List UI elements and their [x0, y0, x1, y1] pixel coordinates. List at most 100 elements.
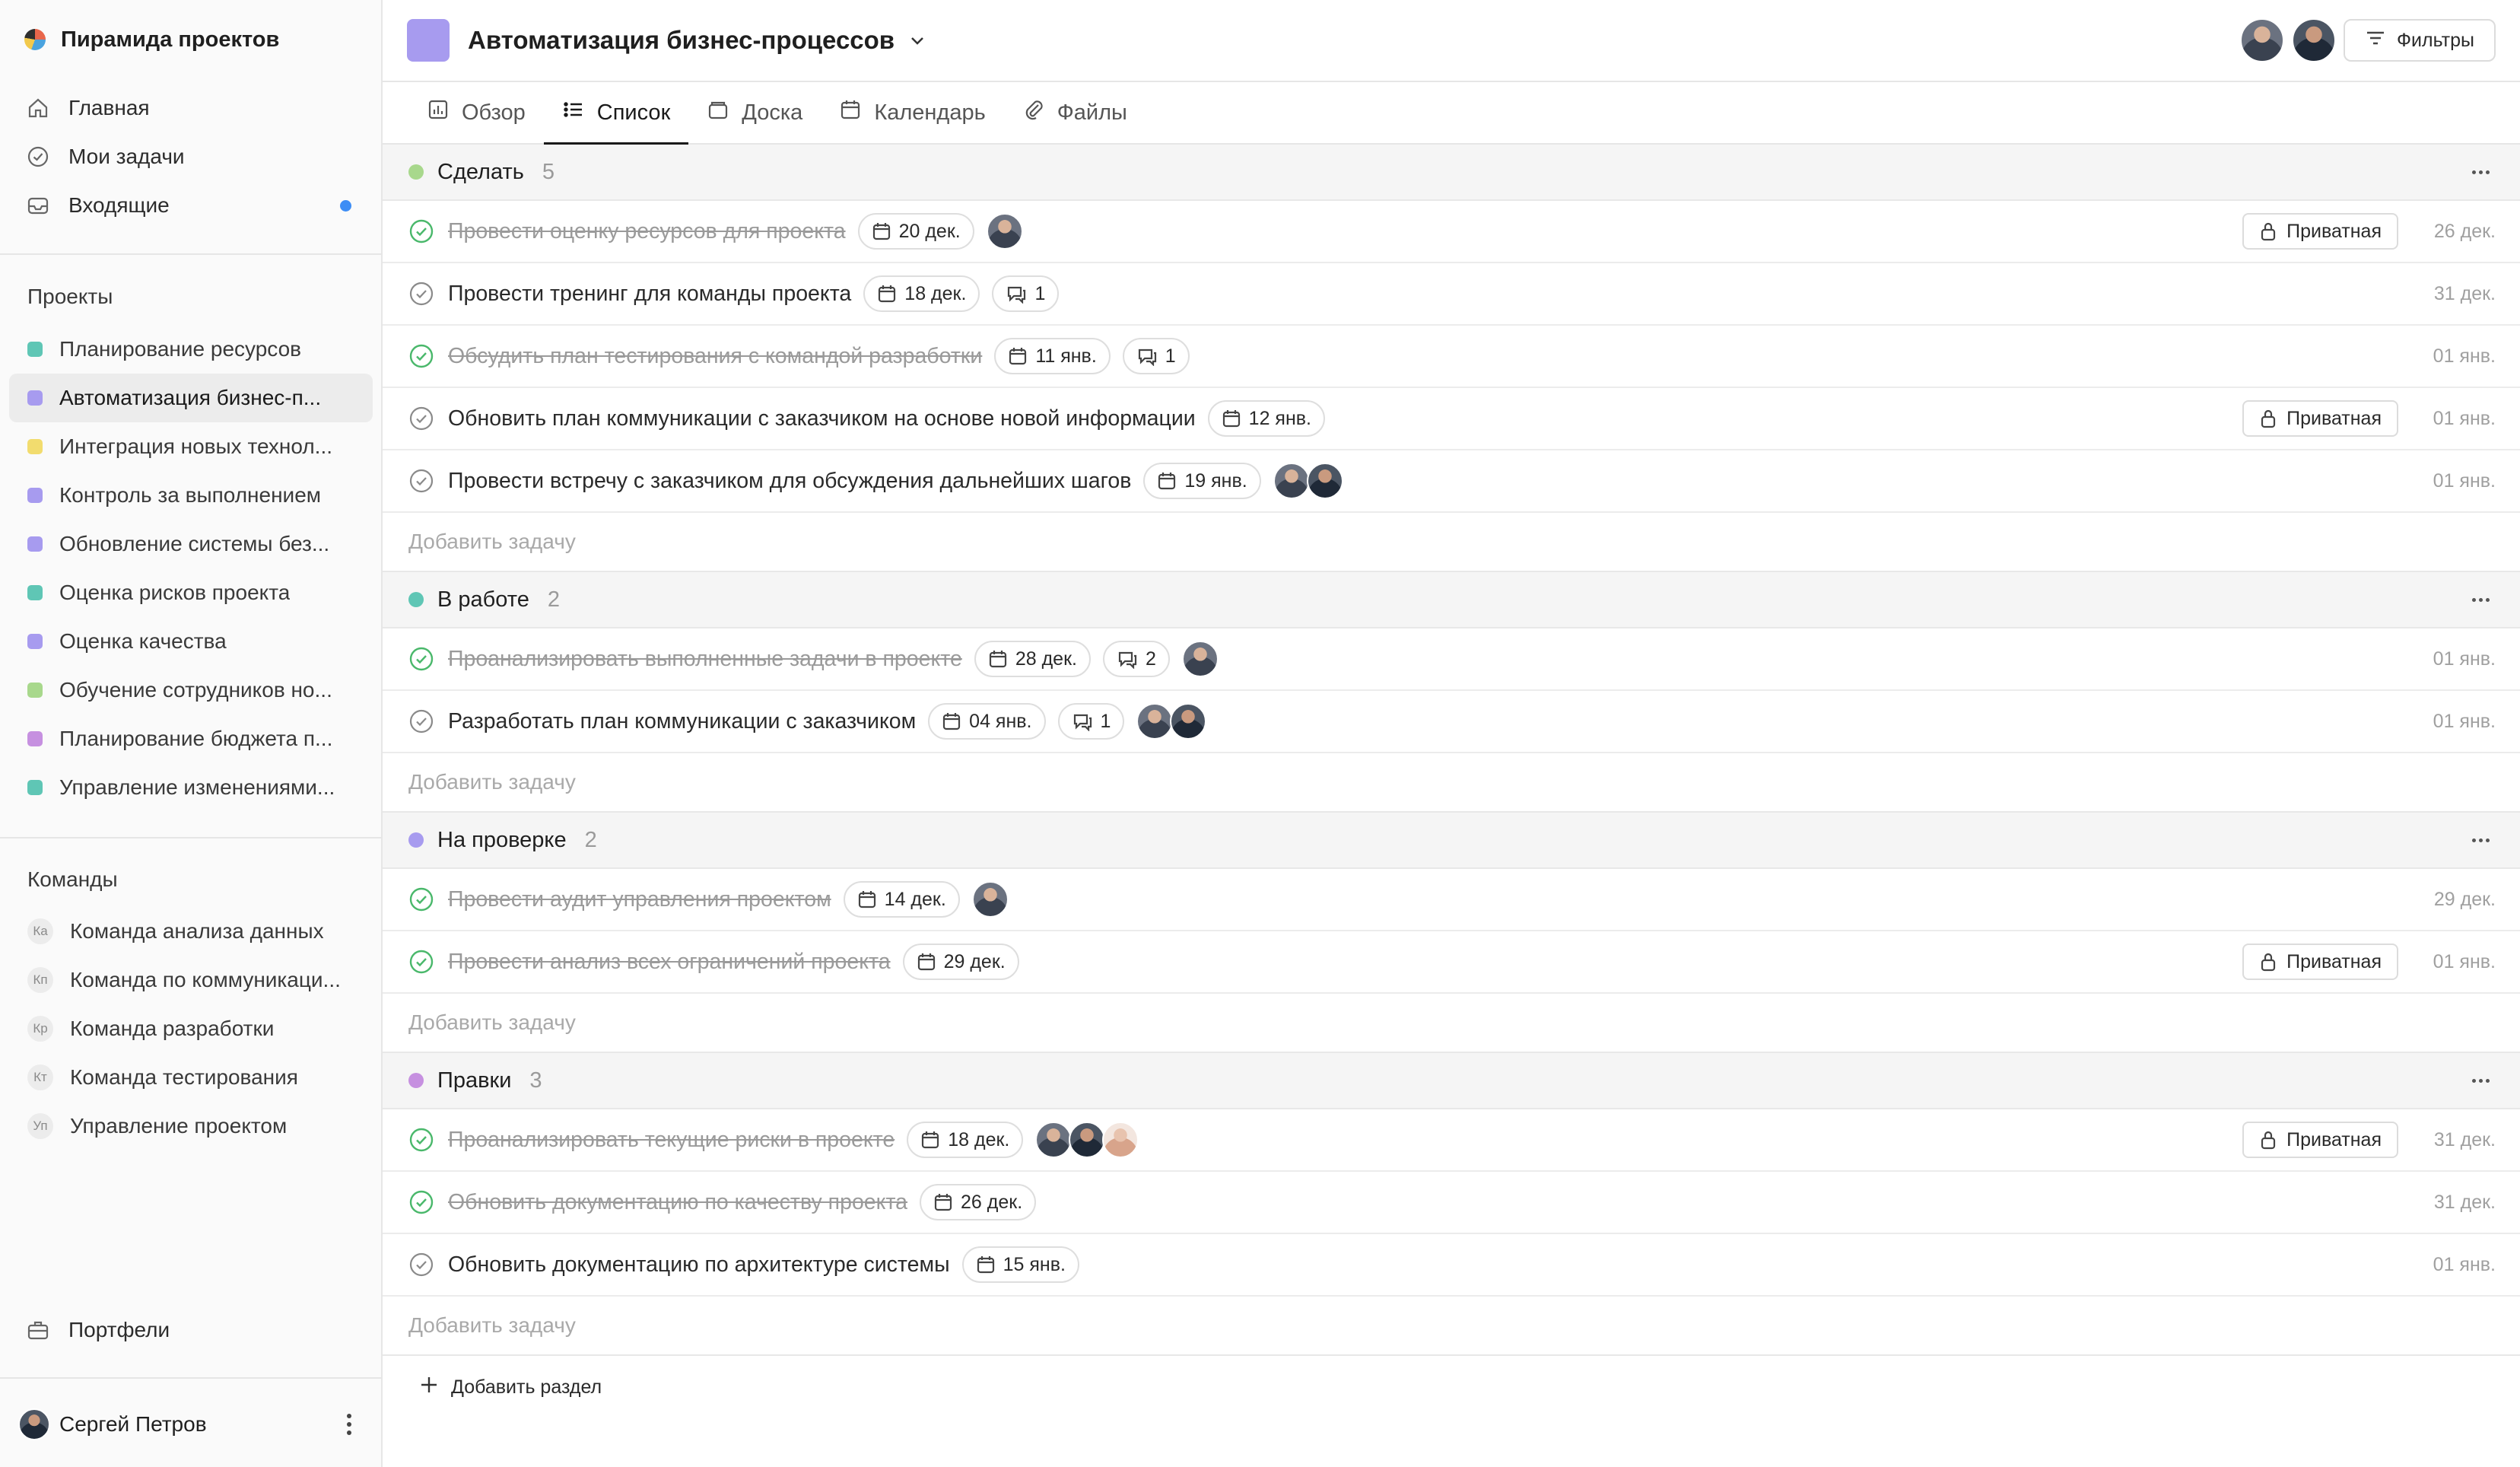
- task-row[interactable]: Проанализировать выполненные задачи в пр…: [383, 628, 2520, 691]
- task-row[interactable]: Провести встречу с заказчиком для обсужд…: [383, 450, 2520, 513]
- assignee-avatars[interactable]: [1181, 641, 1219, 677]
- completed-check-icon[interactable]: [408, 218, 434, 244]
- user-menu[interactable]: Сергей Петров: [18, 1400, 361, 1449]
- task-title[interactable]: Обновить документацию по архитектуре сис…: [448, 1252, 950, 1278]
- project-item[interactable]: Интеграция новых технол...: [9, 422, 373, 471]
- completed-check-icon[interactable]: [408, 1189, 434, 1215]
- section-header[interactable]: Сделать 5: [383, 145, 2520, 201]
- task-row[interactable]: Обсудить план тестирования с командой ра…: [383, 326, 2520, 388]
- task-row[interactable]: Проанализировать текущие риски в проекте…: [383, 1109, 2520, 1172]
- team-item[interactable]: Кр Команда разработки: [9, 1004, 373, 1053]
- task-row[interactable]: Обновить документацию по архитектуре сис…: [383, 1234, 2520, 1297]
- tab-calendar[interactable]: Календарь: [821, 82, 1003, 143]
- task-row[interactable]: Разработать план коммуникации с заказчик…: [383, 691, 2520, 753]
- task-title[interactable]: Провести встречу с заказчиком для обсужд…: [448, 469, 1131, 494]
- task-row[interactable]: Провести аудит управления проектом 14 дек…: [383, 869, 2520, 931]
- task-title[interactable]: Проанализировать выполненные задачи в пр…: [448, 647, 962, 672]
- assignee-avatars[interactable]: [1136, 703, 1207, 740]
- project-item[interactable]: Планирование бюджета п...: [9, 714, 373, 763]
- check-circle-icon[interactable]: [408, 468, 434, 494]
- project-item[interactable]: Оценка качества: [9, 617, 373, 666]
- add-task-button[interactable]: Добавить задачу: [383, 1297, 2520, 1356]
- task-row[interactable]: Обновить план коммуникации с заказчиком …: [383, 388, 2520, 450]
- more-horizontal-icon[interactable]: [2472, 838, 2490, 842]
- project-item[interactable]: Обучение сотрудников но...: [9, 666, 373, 714]
- task-row[interactable]: Обновить документацию по качеству проект…: [383, 1172, 2520, 1234]
- completed-check-icon[interactable]: [408, 949, 434, 975]
- task-title[interactable]: Провести тренинг для команды проекта: [448, 282, 851, 307]
- add-task-button[interactable]: Добавить задачу: [383, 513, 2520, 572]
- more-horizontal-icon[interactable]: [2472, 1078, 2490, 1083]
- more-horizontal-icon[interactable]: [2472, 170, 2490, 174]
- project-item[interactable]: Оценка рисков проекта: [9, 568, 373, 617]
- add-task-button[interactable]: Добавить задачу: [383, 994, 2520, 1053]
- nav-item-my-tasks[interactable]: Мои задачи: [9, 132, 373, 181]
- task-row[interactable]: Провести тренинг для команды проекта 18 д…: [383, 263, 2520, 326]
- workspace-switcher[interactable]: Пирамида проектов: [24, 23, 279, 56]
- due-date-chip[interactable]: 14 дек.: [843, 881, 960, 918]
- comments-chip[interactable]: 1: [1122, 338, 1190, 374]
- task-title[interactable]: Провести аудит управления проектом: [448, 887, 831, 912]
- filter-button[interactable]: Фильтры: [2344, 19, 2496, 62]
- section-header[interactable]: В работе 2: [383, 572, 2520, 628]
- assignee-avatars[interactable]: [986, 213, 1023, 250]
- tab-files[interactable]: Файлы: [1004, 82, 1146, 143]
- add-section-button[interactable]: Добавить раздел: [383, 1356, 2520, 1418]
- private-badge[interactable]: Приватная: [2242, 944, 2398, 980]
- comments-chip[interactable]: 1: [1057, 703, 1125, 740]
- due-date-chip[interactable]: 12 янв.: [1207, 400, 1325, 437]
- check-circle-icon[interactable]: [408, 281, 434, 307]
- tab-list[interactable]: Список: [543, 82, 689, 145]
- chevron-down-icon[interactable]: [908, 31, 926, 49]
- project-item-active[interactable]: Автоматизация бизнес-п...: [9, 374, 373, 422]
- check-circle-icon[interactable]: [408, 708, 434, 734]
- due-date-chip[interactable]: 15 янв.: [961, 1246, 1079, 1283]
- task-row[interactable]: Провести анализ всех ограничений проекта…: [383, 931, 2520, 994]
- task-title[interactable]: Провести анализ всех ограничений проекта: [448, 950, 891, 975]
- tab-board[interactable]: Доска: [688, 82, 821, 143]
- task-row[interactable]: Провести оценку ресурсов для проекта 20 д…: [383, 201, 2520, 263]
- task-title[interactable]: Провести оценку ресурсов для проекта: [448, 219, 846, 244]
- more-vertical-icon[interactable]: [338, 1409, 361, 1440]
- member-avatar[interactable]: [2240, 18, 2285, 62]
- comments-chip[interactable]: 2: [1102, 641, 1170, 677]
- task-title[interactable]: Разработать план коммуникации с заказчик…: [448, 709, 916, 734]
- completed-check-icon[interactable]: [408, 343, 434, 369]
- completed-check-icon[interactable]: [408, 646, 434, 672]
- project-item[interactable]: Управление изменениями...: [9, 763, 373, 812]
- nav-item-inbox[interactable]: Входящие: [9, 181, 373, 230]
- due-date-chip[interactable]: 11 янв.: [994, 338, 1111, 374]
- due-date-chip[interactable]: 18 дек.: [907, 1122, 1024, 1158]
- completed-check-icon[interactable]: [408, 886, 434, 912]
- project-item[interactable]: Планирование ресурсов: [9, 325, 373, 374]
- task-title[interactable]: Проанализировать текущие риски в проекте: [448, 1128, 895, 1153]
- due-date-chip[interactable]: 19 янв.: [1143, 463, 1261, 499]
- due-date-chip[interactable]: 18 дек.: [863, 275, 980, 312]
- private-badge[interactable]: Приватная: [2242, 1122, 2398, 1158]
- team-item[interactable]: Ка Команда анализа данных: [9, 907, 373, 956]
- section-header[interactable]: Правки 3: [383, 1053, 2520, 1109]
- team-item[interactable]: Уп Управление проектом: [9, 1102, 373, 1150]
- task-title[interactable]: Обновить план коммуникации с заказчиком …: [448, 406, 1196, 431]
- more-horizontal-icon[interactable]: [2472, 597, 2490, 602]
- task-title[interactable]: Обновить документацию по качеству проект…: [448, 1190, 907, 1215]
- due-date-chip[interactable]: 28 дек.: [974, 641, 1091, 677]
- due-date-chip[interactable]: 20 дек.: [857, 213, 974, 250]
- completed-check-icon[interactable]: [408, 1127, 434, 1153]
- member-avatar[interactable]: [2292, 18, 2337, 62]
- nav-item-home[interactable]: Главная: [9, 84, 373, 132]
- task-title[interactable]: Обсудить план тестирования с командой ра…: [448, 344, 982, 369]
- team-item[interactable]: Кт Команда тестирования: [9, 1053, 373, 1102]
- private-badge[interactable]: Приватная: [2242, 400, 2398, 437]
- due-date-chip[interactable]: 29 дек.: [902, 944, 1019, 980]
- private-badge[interactable]: Приватная: [2242, 213, 2398, 250]
- assignee-avatars[interactable]: [1273, 463, 1343, 499]
- due-date-chip[interactable]: 26 дек.: [920, 1184, 1037, 1220]
- check-circle-icon[interactable]: [408, 406, 434, 431]
- section-header[interactable]: На проверке 2: [383, 813, 2520, 869]
- due-date-chip[interactable]: 04 янв.: [928, 703, 1046, 740]
- project-item[interactable]: Обновление системы без...: [9, 520, 373, 568]
- project-item[interactable]: Контроль за выполнением: [9, 471, 373, 520]
- assignee-avatars[interactable]: [1035, 1122, 1139, 1158]
- add-task-button[interactable]: Добавить задачу: [383, 753, 2520, 813]
